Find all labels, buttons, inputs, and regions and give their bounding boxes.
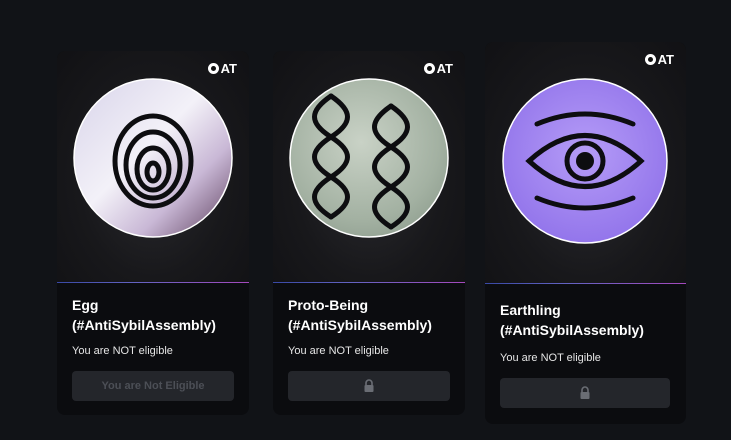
card-divider: [57, 282, 249, 283]
eligibility-status: You are NOT eligible: [500, 352, 601, 364]
claim-button[interactable]: [500, 378, 670, 408]
badge-art: AT: [273, 51, 465, 283]
card-divider: [273, 282, 465, 283]
card-title: Proto-Being (#AntiSybilAssembly): [288, 297, 432, 333]
lock-icon: [580, 386, 590, 399]
eligibility-status: You are NOT eligible: [72, 345, 173, 357]
dna-badge-icon: [289, 78, 449, 238]
eye-badge-icon: [502, 78, 668, 244]
badge-art: AT: [57, 51, 249, 283]
claim-button[interactable]: [288, 371, 450, 401]
badge-card-earthling: AT Earthling (#AntiSybilAssembly) You ar…: [485, 42, 686, 424]
eligibility-status: You are NOT eligible: [288, 345, 389, 357]
lock-icon: [364, 379, 374, 392]
card-title: Earthling (#AntiSybilAssembly): [500, 302, 644, 338]
egg-badge-icon: [73, 78, 233, 238]
badge-art: AT: [485, 42, 686, 284]
badge-card-egg: AT Egg (#AntiSybilAssembly) You are NOT …: [57, 51, 249, 415]
claim-button[interactable]: You are Not Eligible: [72, 371, 234, 401]
badge-card-proto-being: AT Proto-Being (#AntiSybilAssembly) You …: [273, 51, 465, 415]
card-title: Egg (#AntiSybilAssembly): [72, 297, 216, 333]
card-divider: [485, 283, 686, 284]
